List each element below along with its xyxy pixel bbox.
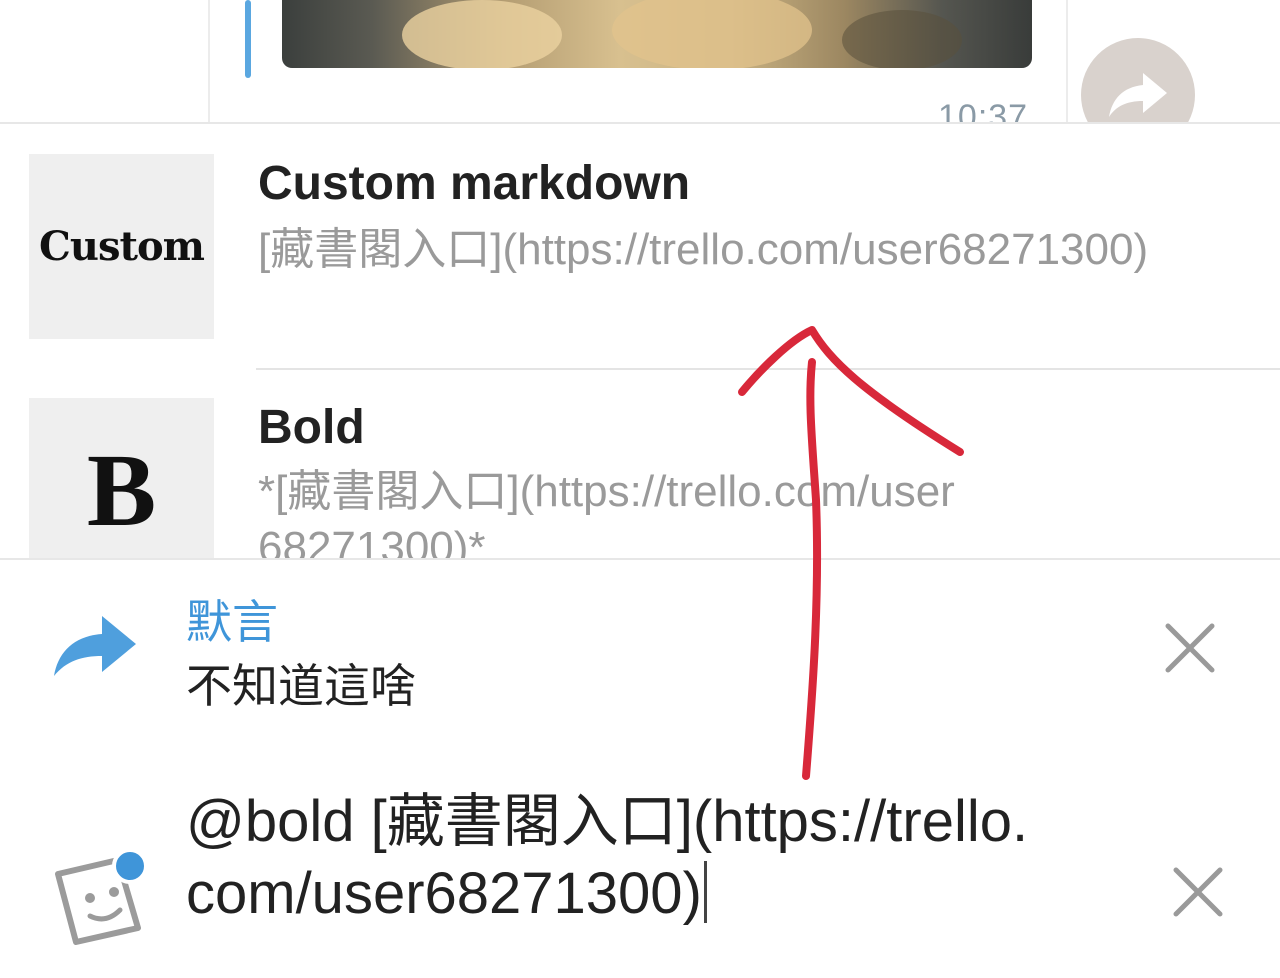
result-item[interactable]: Custom Custom markdown [藏書閣入口](https://t…: [0, 124, 1280, 370]
text-cursor: [703, 861, 707, 923]
reply-quote-bar: [245, 0, 251, 78]
thumbnail-label: B: [86, 433, 157, 548]
result-title: Custom markdown: [258, 157, 691, 210]
message-input[interactable]: @bold [藏書閣入口](https://trello.com/user682…: [186, 786, 1046, 930]
message-time: 10:37: [938, 98, 1029, 122]
close-icon: [1173, 867, 1223, 917]
share-arrow-icon: [1109, 73, 1167, 117]
result-description: *[藏書閣入口](https://trello.com/user68271300…: [258, 467, 955, 560]
forward-sender-name: 默言: [186, 596, 278, 648]
clear-input-button[interactable]: [1168, 862, 1228, 922]
inline-results-panel: Custom Custom markdown [藏書閣入口](https://t…: [0, 122, 1280, 560]
composer: @bold [藏書閣入口](https://trello.com/user682…: [0, 732, 1280, 978]
cancel-forward-button[interactable]: [1160, 618, 1220, 678]
chat-divider: [208, 0, 210, 122]
forward-message-text: 不知道這啥: [186, 660, 416, 712]
sticker-button[interactable]: [48, 844, 152, 948]
close-icon: [1165, 623, 1215, 673]
thumbnail-label: Custom: [39, 223, 205, 270]
result-description: [藏書閣入口](https://trello.com/user68271300): [258, 225, 1149, 274]
result-thumbnail: B: [29, 398, 214, 560]
sticker-icon: [55, 848, 148, 945]
result-item[interactable]: B Bold *[藏書閣入口](https://trello.com/user6…: [0, 370, 1280, 560]
result-thumbnail: Custom: [29, 154, 214, 339]
chat-divider: [1066, 0, 1068, 122]
forward-preview: 默言 不知道這啥: [0, 558, 1280, 734]
result-title: Bold: [258, 401, 365, 454]
message-input-text: @bold [藏書閣入口](https://trello.com/user682…: [186, 789, 1029, 926]
message-photo[interactable]: [282, 0, 1032, 68]
forward-arrow-icon: [54, 616, 136, 676]
